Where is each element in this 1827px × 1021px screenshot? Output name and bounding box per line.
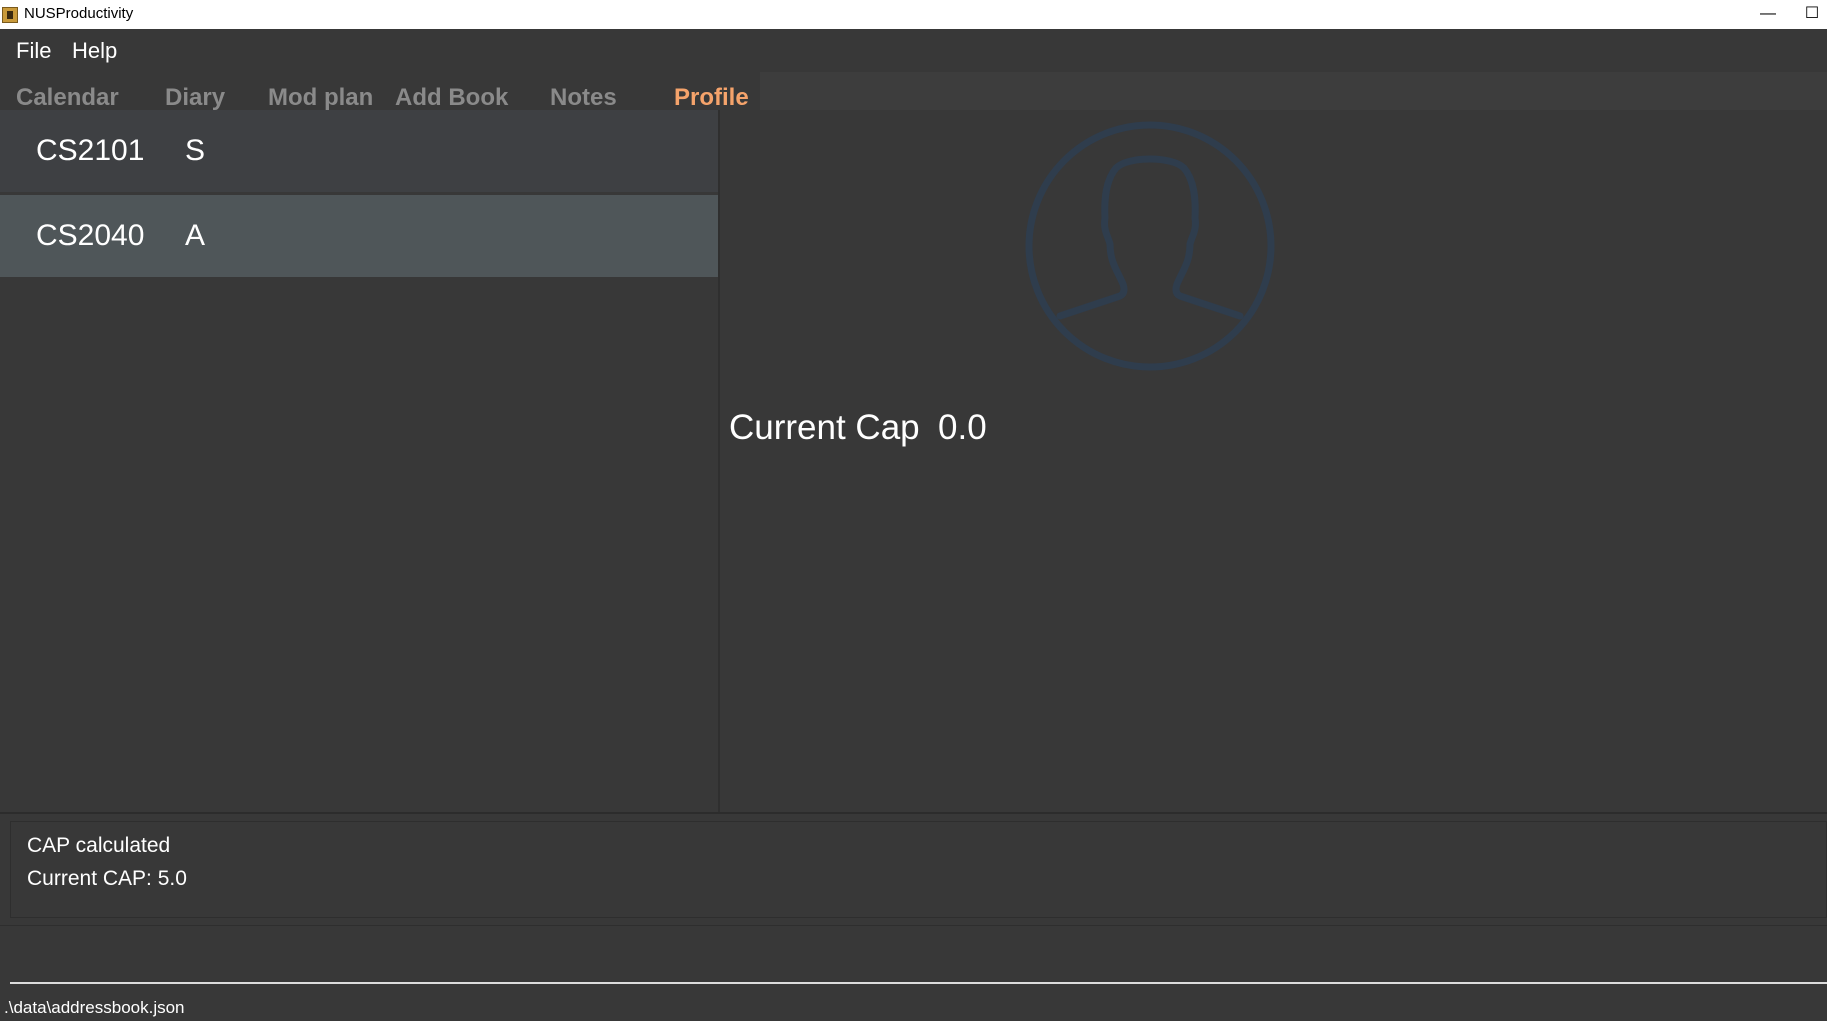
result-line: CAP calculated — [27, 834, 171, 857]
menu-bar: File Help — [0, 29, 1827, 72]
tab-add-book[interactable]: Add Book — [395, 84, 508, 112]
current-cap-value: 0.0 — [938, 408, 987, 447]
maximize-button[interactable]: ☐ — [1797, 0, 1827, 29]
user-silhouette-icon — [1025, 121, 1275, 371]
command-box — [0, 925, 1827, 995]
menu-help[interactable]: Help — [72, 38, 117, 64]
current-cap-label: Current Cap — [729, 408, 920, 447]
module-grade: A — [185, 219, 206, 252]
module-row[interactable]: CS2101 S — [0, 110, 718, 192]
result-display: CAP calculated Current CAP: 5.0 — [10, 821, 1827, 918]
module-list: CS2101 S CS2040 A — [0, 110, 718, 812]
module-code: CS2040 — [36, 219, 145, 252]
module-row-selected[interactable]: CS2040 A — [0, 195, 718, 277]
tab-bar-filler — [760, 72, 1827, 110]
module-code: CS2101 — [36, 134, 145, 167]
data-file-path: .\data\addressbook.json — [4, 998, 185, 1017]
tab-notes[interactable]: Notes — [550, 84, 617, 112]
window-title: NUSProductivity — [24, 5, 134, 22]
result-line: Current CAP: 5.0 — [27, 867, 187, 890]
minimize-button[interactable]: — — [1745, 0, 1791, 29]
module-grade: S — [185, 134, 206, 167]
tab-profile[interactable]: Profile — [674, 84, 749, 112]
tab-calendar[interactable]: Calendar — [16, 84, 119, 112]
status-bar: .\data\addressbook.json — [0, 995, 1827, 1021]
app-icon — [2, 7, 18, 23]
tab-mod-plan[interactable]: Mod plan — [268, 84, 373, 112]
menu-file[interactable]: File — [16, 38, 51, 64]
section-divider — [0, 812, 1827, 814]
command-input[interactable] — [10, 926, 1827, 984]
title-bar: NUSProductivity — ☐ — [0, 0, 1827, 29]
tab-diary[interactable]: Diary — [165, 84, 225, 112]
